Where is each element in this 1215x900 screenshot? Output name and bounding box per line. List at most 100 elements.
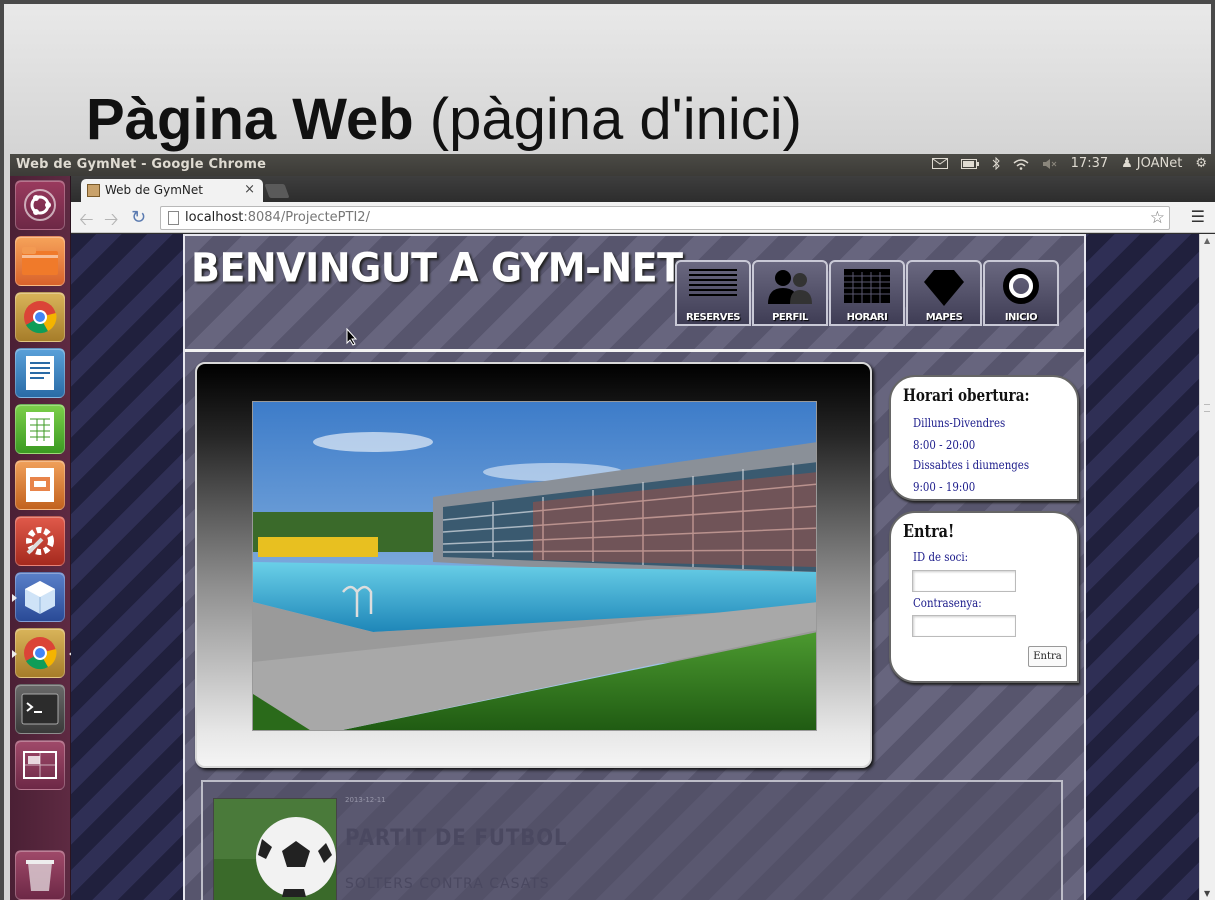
- page-icon: [168, 211, 179, 225]
- close-icon[interactable]: ×: [244, 182, 255, 197]
- vertical-scrollbar[interactable]: ▲ ▼: [1199, 234, 1215, 900]
- nav-horari[interactable]: HORARI: [829, 260, 905, 326]
- unity-launcher: [10, 176, 74, 900]
- site-title: BENVINGUT A GYM-NET: [191, 244, 683, 292]
- nav-inicio[interactable]: INICIO: [983, 260, 1059, 326]
- member-id-input[interactable]: [912, 570, 1016, 592]
- member-id-label: ID de soci:: [913, 550, 969, 564]
- url-path: :8084/ProjectePTI2/: [243, 210, 370, 225]
- news-subtitle: SOLTERS CONTRA CASATS: [345, 876, 550, 892]
- presentation-icon: [26, 468, 54, 502]
- wifi-icon[interactable]: [1013, 158, 1029, 170]
- trash-button[interactable]: [15, 850, 65, 900]
- volume-muted-icon[interactable]: [1042, 158, 1058, 170]
- slide-title: Pàgina Web (pàgina d'inici): [86, 87, 802, 152]
- document-icon: [26, 356, 54, 390]
- ubuntu-logo-icon: [24, 189, 56, 221]
- url-host: localhost: [185, 210, 244, 225]
- news-date: 2013-12-11: [345, 796, 386, 804]
- menu-icon[interactable]: ☰: [1191, 207, 1205, 226]
- list-icon: [689, 269, 737, 296]
- scroll-grip[interactable]: [1204, 404, 1210, 412]
- workspace-switcher-button[interactable]: [15, 740, 65, 790]
- hours-title: Horari obertura:: [903, 386, 1030, 406]
- back-arrow-icon[interactable]: 🡠: [79, 207, 94, 237]
- password-input[interactable]: [912, 615, 1016, 637]
- tab-title: Web de GymNet: [105, 183, 203, 197]
- settings-wrench-icon: [26, 527, 54, 555]
- chrome-icon: [24, 301, 57, 334]
- browser-window: Web de GymNet × 🡠 🡢 ↻ localhost:8084/Pro…: [71, 176, 1215, 900]
- files-button[interactable]: [15, 236, 65, 286]
- scroll-up-arrow-icon[interactable]: ▲: [1204, 236, 1210, 245]
- forward-arrow-icon[interactable]: 🡢: [104, 207, 119, 237]
- address-bar[interactable]: localhost:8084/ProjectePTI2/ ☆: [160, 206, 1170, 230]
- nav-mapes[interactable]: MAPES: [906, 260, 982, 326]
- ring-icon: [1003, 268, 1039, 304]
- pool-photo[interactable]: [252, 401, 817, 731]
- running-indicator: [12, 650, 17, 658]
- tab-gymnet[interactable]: Web de GymNet ×: [81, 179, 263, 202]
- nav-label: PERFIL: [772, 312, 808, 323]
- workspaces-icon: [23, 751, 57, 779]
- indicator-area: 17:37 ♟ JOANet ⚙: [931, 156, 1207, 171]
- map-pin-icon: [924, 270, 964, 306]
- nav-reserves[interactable]: RESERVES: [675, 260, 751, 326]
- mouse-cursor-icon: [346, 328, 358, 346]
- writer-button[interactable]: [15, 348, 65, 398]
- folder-icon: [22, 247, 58, 275]
- hours-line: Dissabtes i diumenges: [913, 458, 1030, 472]
- news-item[interactable]: 2013-12-11 PARTIT DE FUTBOL SOLTERS CONT…: [201, 780, 1063, 900]
- nav-label: HORARI: [846, 312, 888, 323]
- user-menu[interactable]: ♟ JOANet: [1121, 156, 1182, 171]
- trash-icon: [26, 860, 54, 891]
- chrome-icon: [24, 637, 57, 670]
- user-icon: ♟: [1121, 156, 1133, 171]
- users-icon: [768, 270, 812, 304]
- reload-icon[interactable]: ↻: [131, 207, 146, 228]
- chrome-launcher-button[interactable]: [15, 292, 65, 342]
- dash-home-button[interactable]: [15, 180, 65, 230]
- opening-hours-box: Horari obertura: Dilluns-Divendres 8:00 …: [889, 375, 1079, 501]
- site-container: BENVINGUT A GYM-NET RESERVES PERFIL HORA…: [183, 234, 1086, 900]
- login-box: Entra! ID de soci: Contrasenya: Entra: [889, 511, 1079, 683]
- virtualbox-button[interactable]: [12, 572, 65, 622]
- hours-line: 8:00 - 20:00: [913, 438, 976, 452]
- favicon-icon: [87, 184, 100, 197]
- hours-line: Dilluns-Divendres: [913, 416, 1006, 430]
- calendar-grid-icon: [844, 269, 890, 303]
- login-button[interactable]: Entra: [1028, 646, 1067, 667]
- mail-icon[interactable]: [931, 158, 948, 169]
- window-title: Web de GymNet - Google Chrome: [16, 157, 267, 172]
- running-indicator: [12, 594, 17, 602]
- clock[interactable]: 17:37: [1071, 156, 1108, 171]
- bluetooth-icon[interactable]: [992, 157, 1000, 170]
- star-icon[interactable]: ☆: [1150, 208, 1165, 228]
- photo-gallery: [195, 362, 872, 768]
- system-settings-button[interactable]: [15, 516, 65, 566]
- tab-strip: Web de GymNet ×: [71, 176, 1215, 202]
- hours-line: 9:00 - 19:00: [913, 480, 976, 494]
- calc-button[interactable]: [15, 404, 65, 454]
- chrome-active-button[interactable]: [12, 628, 74, 678]
- nav-label: RESERVES: [685, 312, 741, 323]
- news-title: PARTIT DE FUTBOL: [345, 826, 568, 851]
- password-label: Contrasenya:: [913, 596, 982, 610]
- browser-toolbar: 🡠 🡢 ↻ localhost:8084/ProjectePTI2/ ☆ ☰: [71, 202, 1215, 233]
- page-viewport: BENVINGUT A GYM-NET RESERVES PERFIL HORA…: [71, 234, 1199, 900]
- news-thumbnail: [213, 798, 337, 900]
- site-header: BENVINGUT A GYM-NET RESERVES PERFIL HORA…: [185, 236, 1084, 352]
- impress-button[interactable]: [15, 460, 65, 510]
- spreadsheet-icon: [26, 412, 54, 446]
- nav-label: MAPES: [925, 312, 963, 323]
- scroll-down-arrow-icon[interactable]: ▼: [1204, 889, 1210, 898]
- new-tab-button[interactable]: [264, 184, 290, 198]
- gear-icon[interactable]: ⚙: [1195, 156, 1207, 171]
- cube-icon: [25, 581, 55, 614]
- terminal-button[interactable]: [15, 684, 65, 734]
- user-name: JOANet: [1136, 156, 1183, 171]
- ubuntu-top-panel: Web de GymNet - Google Chrome 17:37 ♟ JOA…: [10, 154, 1215, 176]
- login-title: Entra!: [903, 521, 955, 542]
- nav-perfil[interactable]: PERFIL: [752, 260, 828, 326]
- battery-icon[interactable]: [960, 158, 979, 169]
